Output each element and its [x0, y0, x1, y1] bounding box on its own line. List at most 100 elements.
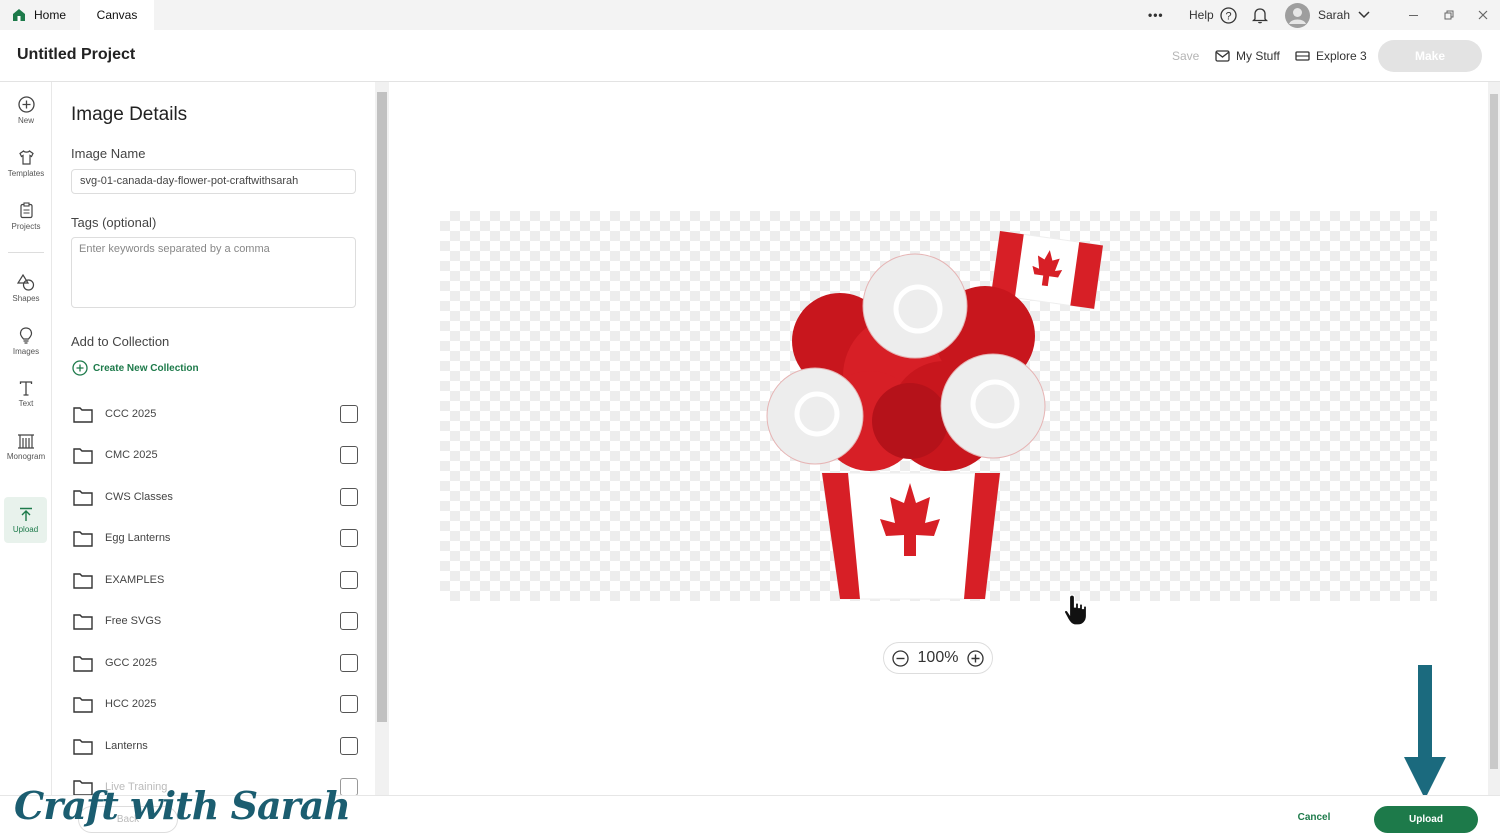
tab-canvas-label: Canvas — [96, 8, 138, 22]
upload-button[interactable]: Upload — [1374, 806, 1478, 833]
restore-icon — [1444, 10, 1454, 20]
nav-text[interactable]: Text — [0, 370, 52, 418]
cancel-button[interactable]: Cancel — [1284, 812, 1344, 823]
nav-images[interactable]: Images — [0, 317, 52, 365]
folder-icon — [73, 489, 93, 506]
tags-textarea[interactable]: Enter keywords separated by a comma — [71, 237, 356, 308]
collection-name: CWS Classes — [105, 491, 173, 503]
collection-item[interactable]: CMC 2025 — [73, 444, 358, 466]
notifications-button[interactable] — [1252, 0, 1268, 30]
flower-pot-image — [766, 230, 1104, 600]
folder-icon — [73, 696, 93, 713]
collection-checkbox[interactable] — [340, 488, 358, 506]
save-button[interactable]: Save — [1172, 30, 1199, 82]
canvas-scrollbar[interactable] — [1488, 82, 1500, 795]
machine-icon — [1295, 51, 1310, 61]
nav-shapes[interactable]: Shapes — [0, 264, 52, 312]
lightbulb-icon — [19, 326, 33, 344]
nav-projects[interactable]: Projects — [0, 192, 52, 240]
folder-icon — [73, 738, 93, 755]
collection-checkbox[interactable] — [340, 654, 358, 672]
panel-scrollbar[interactable] — [375, 82, 389, 795]
help-label: Help — [1189, 8, 1214, 22]
collection-name: EXAMPLES — [105, 574, 165, 586]
collection-checkbox[interactable] — [340, 529, 358, 547]
collection-name: GCC 2025 — [105, 657, 157, 669]
collection-name: CMC 2025 — [105, 449, 158, 461]
collection-checkbox[interactable] — [340, 695, 358, 713]
upload-icon — [19, 507, 32, 521]
collection-item[interactable]: CCC 2025 — [73, 403, 358, 425]
top-bar: Home Canvas ••• Help ? Sarah — [0, 0, 1500, 30]
collection-item[interactable]: HCC 2025 — [73, 693, 358, 715]
close-icon — [1478, 10, 1488, 20]
help-button[interactable]: Help ? — [1189, 0, 1237, 30]
watermark-logo: Craft with Sarah — [14, 783, 351, 828]
hand-cursor-icon — [1063, 594, 1088, 626]
nav-templates-label: Templates — [7, 168, 45, 178]
monogram-icon — [18, 433, 34, 449]
more-options-button[interactable]: ••• — [1148, 0, 1164, 30]
nav-projects-label: Projects — [11, 221, 41, 231]
arrow-down-icon — [1404, 665, 1446, 799]
collection-item[interactable]: Egg Lanterns — [73, 527, 358, 549]
user-menu[interactable]: Sarah — [1285, 0, 1370, 30]
panel-scrollbar-thumb[interactable] — [377, 92, 387, 722]
panel-title: Image Details — [71, 104, 188, 125]
page-title: Untitled Project — [17, 46, 136, 63]
nav-new[interactable]: New — [0, 86, 52, 134]
minimize-button[interactable] — [1409, 0, 1418, 30]
collection-checkbox[interactable] — [340, 612, 358, 630]
nav-upload[interactable]: Upload — [4, 497, 47, 543]
collection-checkbox[interactable] — [340, 446, 358, 464]
project-header: Untitled Project Save My Stuff Explore 3… — [0, 30, 1500, 82]
close-window-button[interactable] — [1478, 0, 1488, 30]
collection-item[interactable]: CWS Classes — [73, 486, 358, 508]
shapes-icon — [17, 273, 35, 291]
make-button[interactable]: Make — [1378, 40, 1482, 72]
my-stuff-label: My Stuff — [1236, 49, 1280, 63]
collection-item[interactable]: Free SVGS — [73, 610, 358, 632]
clipboard-icon — [19, 201, 33, 218]
more-icon: ••• — [1148, 8, 1164, 22]
create-collection-label: Create New Collection — [93, 362, 199, 374]
nav-monogram-label: Monogram — [6, 451, 46, 461]
chevron-down-icon — [1358, 11, 1370, 19]
zoom-level: 100% — [917, 649, 959, 666]
collection-checkbox[interactable] — [340, 405, 358, 423]
svg-text:?: ? — [1225, 10, 1231, 22]
canvas-scrollbar-thumb[interactable] — [1490, 94, 1498, 769]
collection-checkbox[interactable] — [340, 571, 358, 589]
plus-circle-icon — [72, 360, 88, 376]
zoom-in-icon[interactable] — [967, 649, 984, 667]
mail-icon — [1215, 50, 1230, 62]
tab-home[interactable]: Home — [0, 0, 80, 30]
folder-icon — [73, 406, 93, 423]
tags-label: Tags (optional) — [71, 215, 157, 230]
nav-divider — [8, 252, 44, 253]
zoom-out-icon[interactable] — [892, 649, 909, 667]
folder-icon — [73, 613, 93, 630]
nav-images-label: Images — [12, 346, 40, 356]
machine-label: Explore 3 — [1316, 49, 1367, 63]
avatar — [1285, 2, 1310, 28]
machine-select-button[interactable]: Explore 3 — [1295, 30, 1367, 82]
minimize-icon — [1409, 14, 1418, 16]
tab-canvas[interactable]: Canvas — [80, 0, 154, 30]
collection-item[interactable]: GCC 2025 — [73, 652, 358, 674]
nav-monogram[interactable]: Monogram — [0, 423, 52, 471]
create-collection-button[interactable]: Create New Collection — [72, 360, 199, 376]
collection-checkbox[interactable] — [340, 737, 358, 755]
save-label: Save — [1172, 49, 1200, 63]
my-stuff-button[interactable]: My Stuff — [1215, 30, 1280, 82]
collection-item[interactable]: EXAMPLES — [73, 569, 358, 591]
collection-item[interactable]: Lanterns — [73, 735, 358, 757]
folder-icon — [73, 572, 93, 589]
shirt-icon — [18, 149, 34, 165]
nav-templates[interactable]: Templates — [0, 139, 52, 187]
image-name-input[interactable]: svg-01-canada-day-flower-pot-craftwithsa… — [71, 169, 356, 194]
add-to-collection-label: Add to Collection — [71, 334, 170, 349]
nav-new-label: New — [17, 115, 34, 125]
restore-button[interactable] — [1444, 0, 1454, 30]
folder-icon — [73, 530, 93, 547]
